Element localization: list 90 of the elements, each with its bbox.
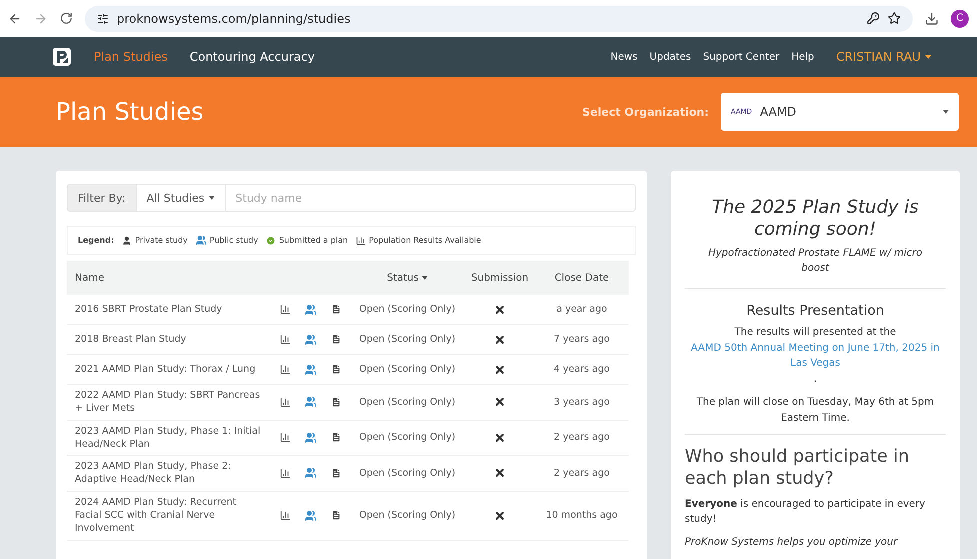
legend-text: Private study [135, 236, 188, 245]
bar-chart-icon[interactable] [280, 304, 291, 315]
document-icon[interactable] [331, 364, 342, 375]
user-menu[interactable]: CRISTIAN RAU [836, 50, 932, 64]
bar-chart-icon[interactable] [280, 334, 291, 345]
legend-text: Public study [210, 236, 258, 245]
announcement-title: The 2025 Plan Study is coming soon! [711, 197, 920, 240]
close-note: The plan will close on Tuesday, May 6th at 5pm Eastern Time. [696, 396, 936, 426]
status-cell: Open (Scoring Only) [350, 325, 465, 355]
column-header[interactable]: Close Date [535, 261, 629, 295]
back-icon[interactable] [8, 12, 22, 26]
study-name[interactable]: 2023 AAMD Plan Study, Phase 1: Initial Head/Neck Plan [67, 420, 272, 456]
group-icon [305, 510, 317, 522]
close-date-cell: a year ago [535, 295, 629, 325]
caret-icon [422, 276, 428, 280]
close-date-cell: 10 months ago [535, 492, 629, 541]
profile-avatar[interactable]: C [951, 10, 969, 28]
group-icon [305, 304, 317, 316]
caret-icon [925, 55, 932, 59]
studies-dropdown[interactable]: All Studies [136, 184, 226, 212]
close-date-cell: 4 years ago [535, 355, 629, 385]
status-cell: Open (Scoring Only) [350, 456, 465, 492]
paragraph: Everyone is encouraged to participate in every study! [685, 498, 926, 527]
group-icon [305, 334, 317, 346]
document-icon[interactable] [331, 432, 342, 444]
study-name[interactable]: 2023 AAMD Plan Study, Phase 2: Adaptive Head/Neck Plan [67, 456, 272, 492]
url-text: proknowsystems.com/planning/studies [117, 12, 351, 26]
status-cell: Open (Scoring Only) [350, 420, 465, 456]
paragraph: ProKnow Systems helps you optimize your [685, 536, 900, 550]
page-title: Plan Studies [56, 98, 205, 126]
caret-icon [943, 110, 949, 114]
logo-icon[interactable] [52, 47, 72, 67]
status-cell: Open (Scoring Only) [350, 355, 465, 385]
close-date-cell: 3 years ago [535, 385, 629, 421]
nav-tab[interactable]: Plan Studies [94, 50, 168, 64]
meeting-link[interactable]: AAMD 50th Annual Meeting on June 17th, 2025 in Las Vegas [685, 340, 946, 372]
column-header[interactable]: Status [350, 261, 465, 295]
nav-link[interactable]: News [610, 52, 638, 62]
results-paragraph: The results will presented at the AAMD 50th Annual Meeting on June 17th, 2025 in Las Vegas . [685, 325, 946, 388]
organization-label: Select Organization: [582, 106, 709, 118]
nav-tab[interactable]: Contouring Accuracy [190, 50, 315, 64]
study-name[interactable]: 2022 AAMD Plan Study: SBRT Pancreas + Liver Mets [67, 385, 272, 421]
search-field[interactable]: Study name [226, 184, 636, 212]
document-icon[interactable] [331, 304, 342, 315]
group-icon [196, 235, 207, 246]
bar-chart-icon[interactable] [280, 364, 291, 375]
study-name[interactable]: 2018 Breast Plan Study [67, 325, 272, 355]
announcement-subtitle: Hypofractionated Prostate FLAME w/ micro boost [707, 247, 924, 276]
legend-text: Population Results Available [369, 236, 482, 245]
close-date-cell: 7 years ago [535, 325, 629, 355]
column-header[interactable]: Submission [465, 261, 535, 295]
study-name[interactable]: 2021 AAMD Plan Study: Thorax / Lung [67, 355, 272, 385]
document-icon[interactable] [331, 468, 342, 479]
nav-link[interactable]: Help [792, 52, 814, 62]
close-date-cell: 2 years ago [535, 420, 629, 456]
download-icon[interactable] [925, 12, 939, 26]
legend-text: Submitted a plan [279, 236, 348, 245]
person-icon [122, 236, 132, 246]
study-name[interactable]: 2024 AAMD Plan Study: Recurrent Facial SCC with Cranial Nerve Involvement [67, 492, 272, 541]
site-settings-icon[interactable] [97, 12, 109, 24]
group-icon [305, 396, 317, 408]
bar-chart-icon [356, 236, 366, 246]
status-cell: Open (Scoring Only) [350, 492, 465, 541]
group-icon [305, 467, 317, 480]
bar-chart-icon[interactable] [280, 468, 291, 479]
reload-icon[interactable] [60, 12, 73, 25]
address-bar[interactable]: proknowsystems.com/planning/studies [85, 6, 913, 32]
section-heading: Who should participate in each plan study? [685, 447, 910, 491]
bar-chart-icon[interactable] [280, 510, 291, 522]
nav-link[interactable]: Support Center [703, 52, 780, 62]
group-icon [305, 432, 317, 444]
document-icon[interactable] [331, 510, 342, 522]
section-heading: Results Presentation [746, 303, 886, 320]
key-icon[interactable] [867, 12, 880, 25]
legend-label: Legend: [78, 236, 114, 245]
document-icon[interactable] [331, 334, 342, 345]
group-icon [305, 364, 317, 376]
caret-icon [208, 196, 215, 200]
check-icon [266, 236, 276, 246]
close-date-cell: 2 years ago [535, 456, 629, 492]
nav-link[interactable]: Updates [650, 52, 692, 62]
filter-label: Filter By: [67, 184, 137, 212]
bar-chart-icon[interactable] [280, 396, 291, 408]
column-header[interactable]: Name [67, 261, 350, 295]
star-icon[interactable] [888, 12, 901, 25]
status-cell: Open (Scoring Only) [350, 385, 465, 421]
document-icon[interactable] [331, 396, 342, 408]
study-name[interactable]: 2016 SBRT Prostate Plan Study [67, 295, 272, 325]
bar-chart-icon[interactable] [280, 432, 291, 444]
status-cell: Open (Scoring Only) [350, 295, 465, 325]
